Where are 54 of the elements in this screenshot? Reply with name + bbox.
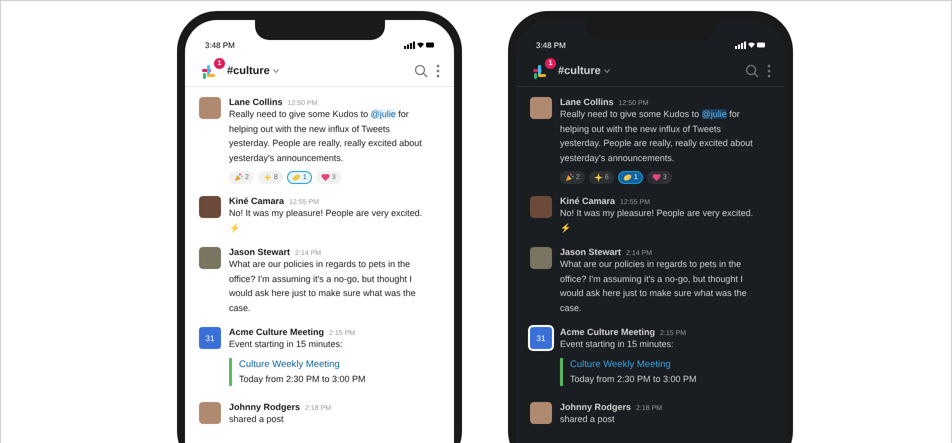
avatar-placeholder bbox=[199, 97, 221, 119]
status-icons-icon bbox=[404, 41, 434, 49]
message-text: No! It was my pleasure! People are very excited. ⚡ bbox=[229, 207, 424, 235]
user-mention[interactable]: @julie bbox=[370, 109, 396, 119]
party-popper-icon bbox=[565, 173, 574, 182]
message-text: Really need to give some Kudos to @julie for helping out with the new influx of Tweets yesterday. People are really, really excited about yesterday's announcements. bbox=[560, 108, 754, 165]
avatar-placeholder bbox=[199, 196, 221, 218]
sparkle-icon bbox=[262, 173, 272, 182]
sender-name: Lane Collins bbox=[560, 97, 614, 107]
channel-selector[interactable]: #culture bbox=[558, 65, 610, 77]
more-options-icon[interactable] bbox=[436, 64, 440, 78]
status-time: 3:48 PM bbox=[536, 40, 566, 50]
sender-name: Acme Culture Meeting bbox=[560, 327, 656, 337]
sender-name: Kiné Camara bbox=[229, 196, 284, 206]
message-text: shared a post bbox=[229, 412, 285, 426]
sender-name: Kiné Camara bbox=[560, 196, 616, 206]
avatar-placeholder bbox=[530, 97, 552, 119]
event-time: Today from 2:30 PM to 3:00 PM bbox=[570, 372, 698, 386]
avatar-placeholder bbox=[199, 247, 221, 269]
search-icon[interactable] bbox=[414, 64, 428, 78]
message-text: What are our policies in regards to pets in the office? I'm assuming it's a no-go, but thought I would ask here just to make sure what was the case. bbox=[560, 258, 748, 314]
avatar-placeholder bbox=[530, 196, 552, 218]
sender-name: Johnny Rodgers bbox=[229, 402, 300, 412]
channel-selector[interactable]: #culture bbox=[227, 65, 279, 77]
heart-icon bbox=[320, 173, 330, 182]
status-time: 3:48 PM bbox=[205, 40, 235, 50]
user-mention[interactable]: @julie bbox=[702, 109, 727, 119]
caret-icon bbox=[272, 69, 279, 73]
calendar-icon: 31 bbox=[530, 327, 552, 349]
status-icons-icon bbox=[735, 41, 765, 49]
message-text: What are our policies in regards to pets in the office? I'm assuming it's a no-go, but thought I would ask here just to make sure what was the case. bbox=[229, 258, 417, 314]
message-text: Really need to give some Kudos to @julie for helping out with the new influx of Tweets yesterday. People are really, really excited about yesterday's announcements. bbox=[229, 108, 423, 165]
sender-name: Acme Culture Meeting bbox=[229, 327, 324, 337]
sender-name: Jason Stewart bbox=[229, 247, 290, 257]
message-text: No! It was my pleasure! People are very excited. ⚡ bbox=[560, 207, 754, 235]
event-time: Today from 2:30 PM to 3:00 PM bbox=[239, 372, 367, 386]
sender-name: Lane Collins bbox=[229, 97, 283, 107]
sender-name: Jason Stewart bbox=[560, 247, 622, 257]
party-popper-icon bbox=[234, 173, 243, 182]
message-text: shared a post bbox=[560, 412, 616, 426]
more-options-icon[interactable] bbox=[767, 64, 771, 78]
avatar-placeholder bbox=[530, 247, 552, 269]
event-link[interactable]: Culture Weekly Meeting bbox=[570, 358, 759, 372]
message-text: Event starting in 15 minutes: bbox=[560, 338, 675, 351]
sparkle-icon bbox=[594, 173, 603, 182]
avatar-placeholder bbox=[199, 402, 221, 424]
heart-icon bbox=[652, 173, 661, 182]
event-link[interactable]: Culture Weekly Meeting bbox=[239, 358, 428, 372]
avatar-placeholder bbox=[530, 402, 552, 424]
sender-name: Johnny Rodgers bbox=[560, 402, 632, 412]
caret-icon bbox=[604, 69, 610, 73]
search-icon[interactable] bbox=[745, 64, 759, 78]
message-text: Event starting in 15 minutes: bbox=[229, 338, 344, 351]
calendar-icon: 31 bbox=[199, 327, 221, 349]
